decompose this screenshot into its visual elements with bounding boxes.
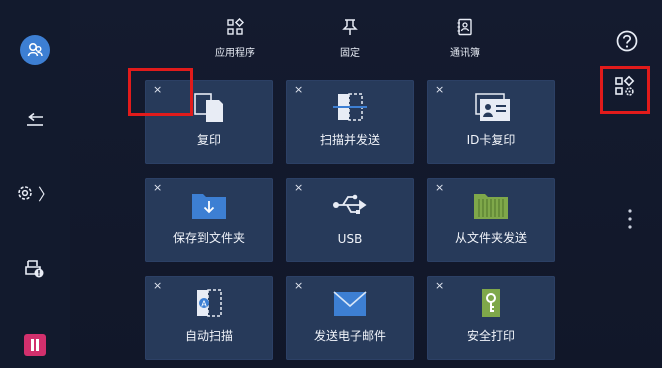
- tile-send-from-folder-label: 从文件夹发送: [454, 231, 527, 245]
- remove-tile-button[interactable]: ×: [294, 83, 303, 97]
- tile-save-folder[interactable]: × 保存到文件夹: [145, 178, 273, 262]
- tile-auto-scan[interactable]: × A 自动扫描: [145, 276, 273, 360]
- tab-pinned-label: 固定: [340, 48, 360, 59]
- remove-tile-button[interactable]: ×: [294, 181, 303, 195]
- tile-send-from-folder[interactable]: × 从文件夹发送: [427, 178, 555, 262]
- tab-pinned[interactable]: 固定: [310, 18, 390, 59]
- tile-copy-label: 复印: [196, 133, 221, 147]
- back-arrow-icon: [27, 112, 43, 126]
- send-from-folder-icon: [474, 194, 508, 219]
- usb-icon: [333, 194, 367, 214]
- copy-icon: [194, 93, 223, 122]
- tile-scan-send[interactable]: × 扫描并发送: [286, 80, 414, 164]
- auto-scan-icon: A: [197, 289, 222, 317]
- svg-text:A: A: [201, 300, 207, 309]
- tab-address-book-label: 通讯簿: [450, 48, 480, 59]
- tile-id-card-copy-label: ID卡复印: [466, 133, 516, 147]
- printer-home-screen: 〉 应用程序 固定 通讯簿 × 复印 × 扫描并发送 × ID卡复印 × 保存到…: [0, 0, 662, 368]
- tile-id-card-copy[interactable]: × ID卡复印: [427, 80, 555, 164]
- back-button[interactable]: [0, 108, 70, 134]
- remove-tile-button[interactable]: ×: [294, 279, 303, 293]
- user-icon: [20, 35, 50, 65]
- scan-send-icon: [333, 93, 367, 121]
- top-tabs: 应用程序 固定 通讯簿: [185, 17, 525, 66]
- tile-email-label: 发送电子邮件: [313, 329, 386, 343]
- save-folder-icon: [192, 194, 226, 219]
- settings-button[interactable]: 〉: [0, 180, 70, 206]
- tile-secure-print[interactable]: × 安全打印: [427, 276, 555, 360]
- remove-tile-button[interactable]: ×: [435, 83, 444, 97]
- remove-tile-button[interactable]: ×: [153, 181, 162, 195]
- highlight-customize-button: [600, 66, 650, 114]
- left-rail: 〉: [0, 0, 70, 368]
- email-icon: [333, 291, 367, 316]
- chevron-right-icon: 〉: [37, 185, 54, 204]
- tab-apps[interactable]: 应用程序: [195, 17, 275, 59]
- printer-status-icon: [25, 260, 44, 278]
- apps-grid-icon: [227, 17, 245, 35]
- user-button[interactable]: [0, 33, 70, 67]
- tile-email[interactable]: × 发送电子邮件: [286, 276, 414, 360]
- tile-save-folder-label: 保存到文件夹: [172, 231, 245, 245]
- highlight-remove-button: [128, 68, 193, 116]
- more-options-icon[interactable]: [627, 208, 633, 230]
- pause-button[interactable]: [0, 333, 70, 357]
- tab-address-book[interactable]: 通讯簿: [425, 18, 505, 59]
- tile-secure-print-label: 安全打印: [466, 329, 515, 343]
- help-button[interactable]: [614, 28, 640, 54]
- printer-status-button[interactable]: [0, 255, 70, 283]
- remove-tile-button[interactable]: ×: [435, 279, 444, 293]
- pin-icon: [342, 19, 358, 35]
- tile-usb-label: USB: [337, 232, 363, 246]
- id-card-copy-icon: [475, 93, 510, 121]
- tile-scan-send-label: 扫描并发送: [319, 133, 380, 147]
- address-book-icon: [457, 18, 472, 36]
- tile-auto-scan-label: 自动扫描: [184, 329, 233, 343]
- gear-icon: [18, 186, 32, 200]
- pause-icon: [24, 334, 46, 356]
- tab-apps-label: 应用程序: [215, 48, 255, 59]
- help-icon: [616, 30, 638, 52]
- remove-tile-button[interactable]: ×: [153, 279, 162, 293]
- secure-print-icon: [482, 289, 500, 317]
- remove-tile-button[interactable]: ×: [435, 181, 444, 195]
- tile-usb[interactable]: × USB: [286, 178, 414, 262]
